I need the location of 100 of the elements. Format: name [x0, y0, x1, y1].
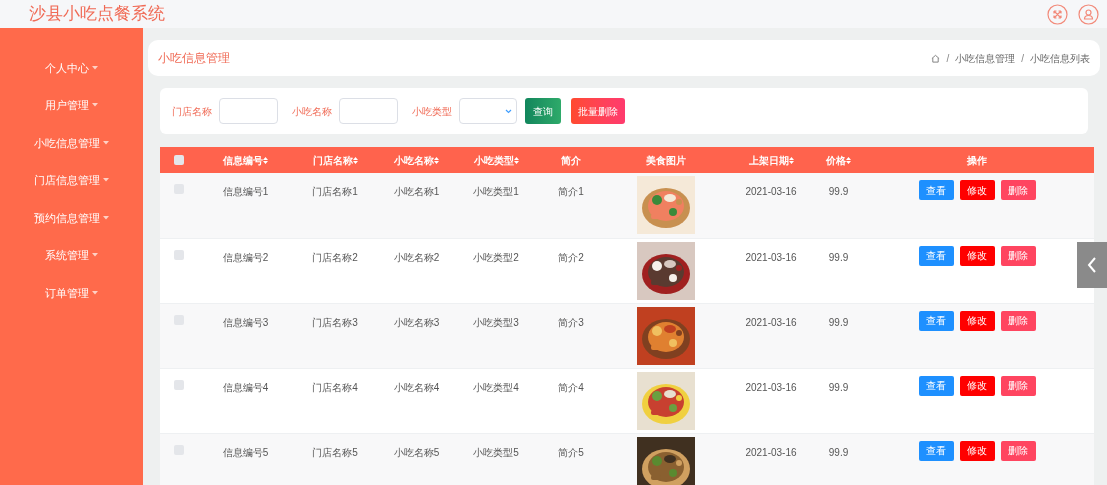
view-button[interactable]: 查看	[918, 180, 954, 200]
sort-icon[interactable]	[513, 156, 519, 164]
view-button[interactable]: 查看	[918, 440, 954, 461]
delete-button[interactable]: 删除	[1000, 440, 1036, 461]
caret-icon	[103, 215, 109, 220]
row-checkbox[interactable]	[174, 249, 184, 260]
table-cell: 99.9	[828, 251, 849, 263]
table-cell: 99.9	[828, 381, 849, 393]
column-header[interactable]: 上架日期	[748, 152, 789, 168]
caret-icon	[92, 103, 98, 108]
breadcrumb-separator: /	[1021, 51, 1024, 66]
edit-button[interactable]: 修改	[959, 245, 995, 266]
column-header: 美食图片	[645, 153, 686, 168]
sidebar-item[interactable]: 系统管理	[45, 247, 89, 264]
column-header: 操作	[967, 153, 987, 168]
table-cell: 99.9	[828, 186, 849, 197]
table-cell: 简介2	[558, 251, 584, 263]
page-title: 小吃信息管理	[158, 50, 230, 67]
input-field[interactable]	[219, 98, 278, 124]
delete-button[interactable]: 删除	[1000, 310, 1036, 331]
home-icon[interactable]	[931, 53, 941, 63]
sort-icon[interactable]	[263, 156, 268, 164]
caret-icon	[103, 178, 109, 183]
table-cell: 2021-03-16	[745, 316, 797, 328]
chevron-left-icon	[1087, 257, 1097, 273]
delete-button[interactable]: 删除	[1000, 245, 1036, 266]
breadcrumb-separator: /	[946, 51, 950, 66]
table-cell: 简介1	[558, 186, 584, 197]
table-cell: 2021-03-16	[745, 186, 797, 197]
sidebar-item[interactable]: 个人中心	[45, 59, 89, 76]
user-icon[interactable]	[1078, 3, 1099, 25]
table-cell: 99.9	[828, 316, 849, 328]
breadcrumb-item[interactable]: 小吃信息列表	[1030, 50, 1090, 66]
table-cell: 信息编号3	[222, 316, 269, 328]
field-label: 小吃类型	[412, 104, 452, 119]
sidebar-item[interactable]: 预约信息管理	[34, 209, 100, 226]
sort-icon[interactable]	[434, 156, 439, 164]
caret-icon	[92, 65, 98, 70]
caret-icon	[92, 253, 98, 258]
table-cell: 小吃类型5	[473, 446, 519, 458]
column-header[interactable]: 门店名称	[312, 152, 353, 168]
chevron-down-icon	[505, 108, 512, 114]
edit-button[interactable]: 修改	[959, 375, 995, 396]
app-title: 沙县小吃点餐系统	[29, 3, 165, 26]
edit-button[interactable]: 修改	[959, 180, 995, 200]
sort-icon[interactable]	[788, 156, 794, 164]
table-cell: 信息编号2	[222, 251, 269, 263]
table-cell: 小吃名称5	[393, 446, 440, 458]
type-select[interactable]	[459, 98, 517, 124]
table-cell: 小吃类型1	[473, 186, 519, 197]
batch-delete-button[interactable]: 批量删除	[571, 98, 625, 124]
sort-icon[interactable]	[846, 156, 851, 164]
sidebar-item[interactable]: 门店信息管理	[34, 172, 100, 189]
table-cell: 2021-03-16	[745, 446, 797, 458]
view-button[interactable]: 查看	[918, 310, 954, 331]
row-checkbox[interactable]	[174, 379, 184, 390]
column-header[interactable]: 小吃名称	[394, 152, 434, 168]
column-header[interactable]: 信息编号	[223, 152, 263, 168]
table-cell: 小吃名称1	[393, 186, 440, 197]
view-button[interactable]: 查看	[918, 245, 954, 266]
table-cell: 门店名称1	[312, 186, 358, 197]
input-field[interactable]	[339, 98, 398, 124]
table-cell: 小吃名称2	[393, 251, 440, 263]
sidebar-item[interactable]: 用户管理	[45, 97, 89, 114]
search-button[interactable]: 查询	[525, 98, 561, 124]
caret-icon	[92, 290, 98, 295]
table-cell: 信息编号1	[222, 186, 269, 197]
column-header[interactable]: 价格	[826, 152, 846, 168]
table-cell: 门店名称3	[312, 316, 358, 328]
table-cell: 信息编号4	[222, 381, 269, 393]
edit-button[interactable]: 修改	[959, 310, 995, 331]
table-cell: 门店名称2	[312, 251, 358, 263]
table-cell: 小吃类型3	[473, 316, 519, 328]
field-label: 小吃名称	[292, 104, 332, 119]
column-header: 简介	[561, 153, 581, 168]
delete-button[interactable]: 删除	[1000, 375, 1036, 396]
sort-icon[interactable]	[352, 156, 358, 164]
sidebar-item[interactable]: 订单管理	[45, 284, 89, 301]
field-label: 门店名称	[172, 104, 212, 119]
column-header[interactable]: 小吃类型	[473, 152, 514, 168]
table-cell: 门店名称5	[312, 446, 358, 458]
sidebar-item[interactable]: 小吃信息管理	[34, 134, 100, 151]
table-cell: 简介3	[558, 316, 584, 328]
table-cell: 99.9	[828, 446, 849, 458]
delete-button[interactable]: 删除	[1000, 180, 1036, 200]
select-all-checkbox[interactable]	[174, 155, 184, 165]
table-cell: 小吃名称4	[393, 381, 440, 393]
view-button[interactable]: 查看	[918, 375, 954, 396]
table-cell: 小吃类型2	[473, 251, 519, 263]
edit-button[interactable]: 修改	[959, 440, 995, 461]
collapse-tab[interactable]	[1077, 242, 1107, 288]
caret-icon	[103, 140, 109, 145]
table-cell: 信息编号5	[222, 446, 269, 458]
table-cell: 2021-03-16	[745, 251, 797, 263]
breadcrumb-item[interactable]: 小吃信息管理	[955, 50, 1016, 66]
table-cell: 门店名称4	[312, 381, 358, 393]
table-cell: 小吃类型4	[473, 381, 519, 393]
fullscreen-icon[interactable]	[1047, 3, 1068, 25]
table-cell: 简介5	[558, 446, 584, 458]
table-cell: 小吃名称3	[393, 316, 440, 328]
